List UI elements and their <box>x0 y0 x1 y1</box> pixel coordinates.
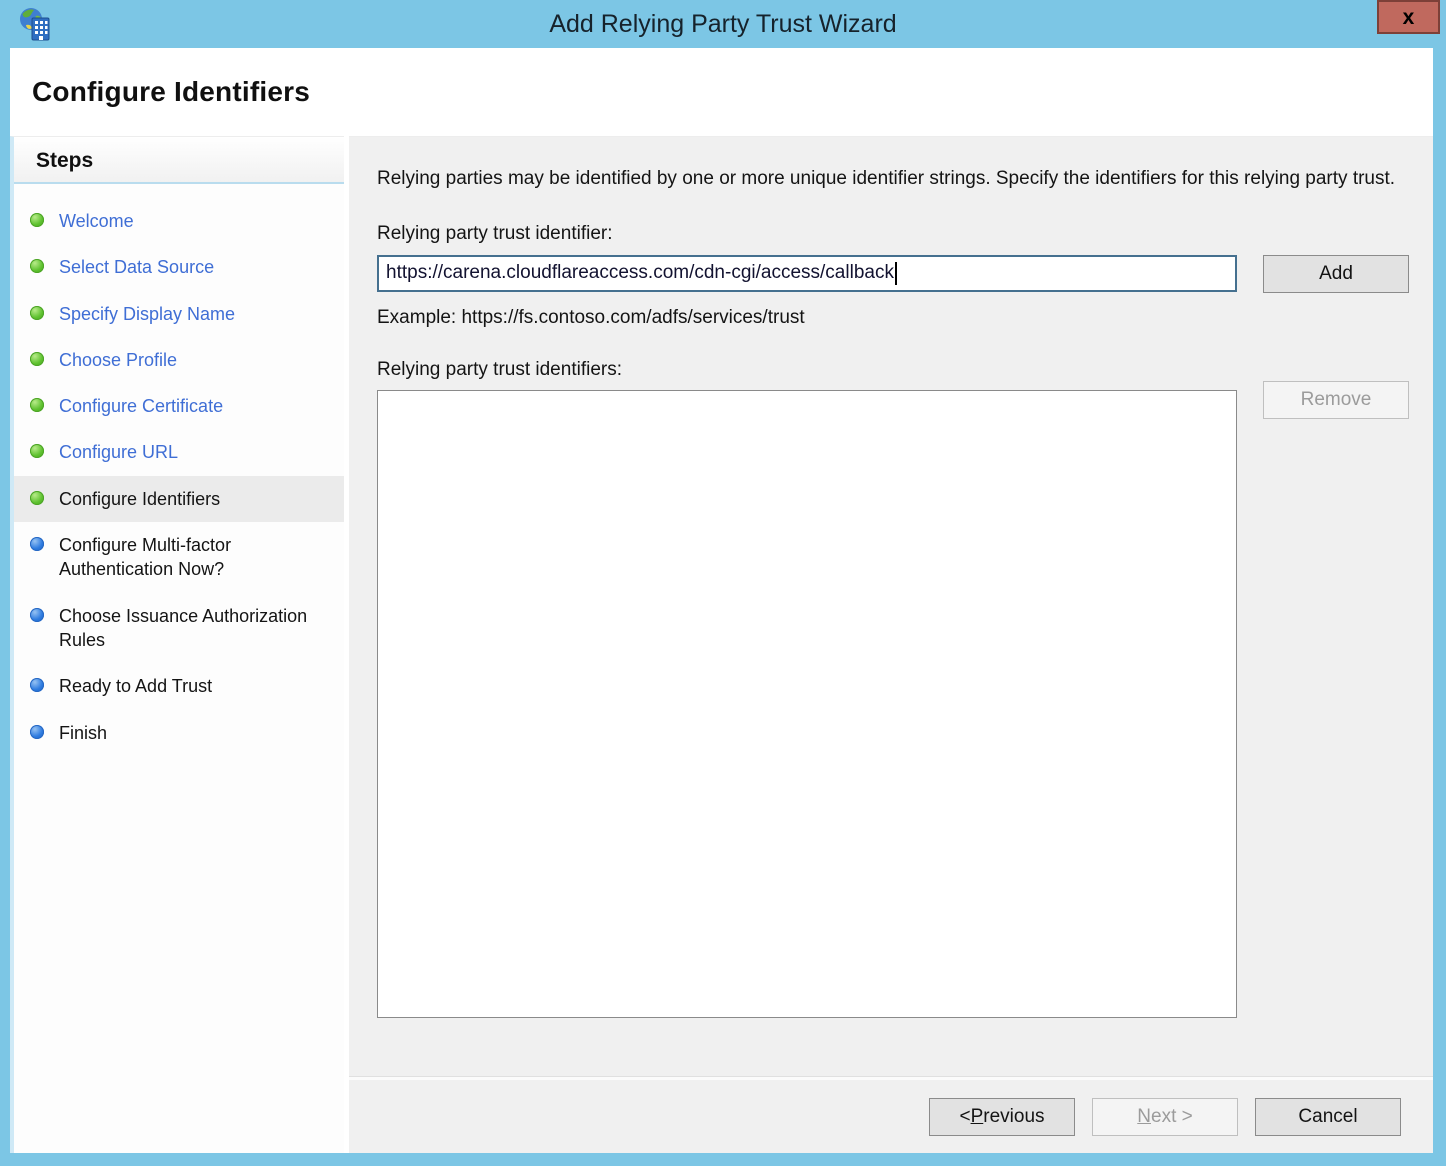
step-choose-profile[interactable]: Choose Profile <box>14 337 344 383</box>
step-done-bullet-icon <box>30 444 44 458</box>
step-done-bullet-icon <box>30 259 44 273</box>
example-text: Example: https://fs.contoso.com/adfs/ser… <box>377 307 1409 329</box>
step-configure-url[interactable]: Configure URL <box>14 429 344 475</box>
steps-heading: Steps <box>14 137 344 184</box>
step-choose-issuance-rules: Choose Issuance Authorization Rules <box>14 593 344 664</box>
step-configure-identifiers[interactable]: Configure Identifiers <box>14 476 344 522</box>
step-current-bullet-icon <box>30 491 44 505</box>
step-todo-bullet-icon <box>30 608 44 622</box>
step-todo-bullet-icon <box>30 678 44 692</box>
text-caret <box>895 262 897 285</box>
close-button[interactable]: x <box>1377 0 1440 34</box>
page-title: Configure Identifiers <box>32 76 310 108</box>
step-configure-multifactor: Configure Multi-factor Authentication No… <box>14 522 344 593</box>
step-todo-bullet-icon <box>30 725 44 739</box>
step-done-bullet-icon <box>30 352 44 366</box>
step-ready-to-add-trust: Ready to Add Trust <box>14 663 344 709</box>
previous-button[interactable]: < Previous <box>929 1098 1075 1136</box>
identifiers-listbox[interactable] <box>377 390 1237 1018</box>
step-configure-certificate[interactable]: Configure Certificate <box>14 383 344 429</box>
identifier-field-label: Relying party trust identifier: <box>377 223 1409 245</box>
window-title: Add Relying Party Trust Wizard <box>549 10 896 39</box>
identifiers-list-label: Relying party trust identifiers: <box>377 359 1409 381</box>
wizard-button-bar: < Previous Next > Cancel <box>349 1077 1433 1153</box>
add-button[interactable]: Add <box>1263 255 1409 293</box>
page-header: Configure Identifiers <box>10 48 1433 136</box>
step-select-data-source[interactable]: Select Data Source <box>14 244 344 290</box>
title-bar: Add Relying Party Trust Wizard x <box>0 0 1446 48</box>
next-button[interactable]: Next > <box>1092 1098 1238 1136</box>
remove-button[interactable]: Remove <box>1263 381 1409 419</box>
content-pane: Relying parties may be identified by one… <box>349 136 1433 1077</box>
step-done-bullet-icon <box>30 306 44 320</box>
steps-sidebar: Steps Welcome Select Data Source Specify… <box>10 136 344 1153</box>
relying-party-identifier-input[interactable]: https://carena.cloudflareaccess.com/cdn-… <box>377 255 1237 292</box>
step-done-bullet-icon <box>30 398 44 412</box>
identifier-input-value: https://carena.cloudflareaccess.com/cdn-… <box>386 262 894 284</box>
cancel-button[interactable]: Cancel <box>1255 1098 1401 1136</box>
step-finish: Finish <box>14 710 344 756</box>
intro-text: Relying parties may be identified by one… <box>377 165 1407 193</box>
steps-list: Welcome Select Data Source Specify Displ… <box>14 184 344 756</box>
step-done-bullet-icon <box>30 213 44 227</box>
step-todo-bullet-icon <box>30 537 44 551</box>
step-specify-display-name[interactable]: Specify Display Name <box>14 291 344 337</box>
step-welcome[interactable]: Welcome <box>14 198 344 244</box>
wizard-window: Configure Identifiers Steps Welcome Sele… <box>10 48 1433 1153</box>
adfs-wizard-icon <box>16 6 54 44</box>
